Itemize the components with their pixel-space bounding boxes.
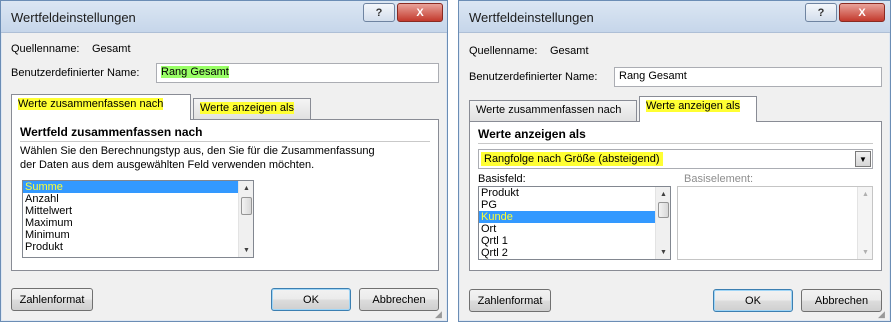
show-values-panel: Werte anzeigen als Rangfolge nach Größe …: [469, 121, 882, 271]
value-field-settings-dialog-right: Wertfeldeinstellungen ? X Quellenname: G…: [458, 0, 891, 322]
help-icon: ?: [375, 6, 383, 19]
section-divider: [20, 141, 430, 142]
dialog-client: Quellenname: Gesamt Benutzerdefinierter …: [9, 37, 439, 313]
close-button[interactable]: X: [839, 3, 885, 22]
list-item-qrtl-2[interactable]: Qrtl 2: [479, 247, 670, 259]
source-name-label: Quellenname:: [11, 43, 80, 55]
scroll-up-icon[interactable]: ▲: [239, 181, 253, 195]
help-button[interactable]: ?: [363, 3, 395, 22]
title-bar: Wertfeldeinstellungen ? X: [1, 1, 447, 33]
list-scrollbar[interactable]: ▲ ▼: [238, 181, 253, 257]
dialog-client: Quellenname: Gesamt Benutzerdefinierter …: [467, 37, 882, 313]
custom-name-input[interactable]: Rang Gesamt: [156, 63, 439, 83]
summarize-panel: Wertfeld zusammenfassen nach Wählen Sie …: [11, 119, 439, 271]
tab-show-values-as[interactable]: Werte anzeigen als: [193, 98, 311, 119]
section-title: Wertfeld zusammenfassen nach: [20, 125, 203, 139]
list-scrollbar-disabled: ▲ ▼: [857, 187, 872, 259]
base-field-list[interactable]: Produkt PG Kunde Ort Qrtl 1 Qrtl 2 ▲ ▼: [478, 186, 671, 260]
tab-summarize-values[interactable]: Werte zusammenfassen nach: [11, 94, 191, 120]
list-scrollbar[interactable]: ▲ ▼: [655, 187, 670, 259]
description-line-2: der Daten aus dem ausgewählten Feld verw…: [20, 159, 315, 171]
scroll-down-icon[interactable]: ▼: [239, 243, 253, 257]
list-item-produkt[interactable]: Produkt: [479, 187, 670, 199]
value-field-settings-dialog-left: Wertfeldeinstellungen ? X Quellenname: G…: [0, 0, 448, 322]
chevron-down-icon[interactable]: ▼: [855, 151, 871, 167]
tab-strip: Werte zusammenfassen nach Werte anzeigen…: [11, 94, 439, 120]
base-element-list: ▲ ▼: [677, 186, 873, 260]
list-item-kunde[interactable]: Kunde: [479, 211, 670, 223]
number-format-button[interactable]: Zahlenformat: [469, 289, 551, 312]
list-item-ort[interactable]: Ort: [479, 223, 670, 235]
calculation-type-list[interactable]: Summe Anzahl Mittelwert Maximum Minimum …: [22, 180, 254, 258]
section-title: Werte anzeigen als: [478, 127, 586, 141]
base-element-label: Basiselement:: [684, 173, 754, 185]
help-icon: ?: [817, 6, 825, 19]
tab-summarize-values[interactable]: Werte zusammenfassen nach: [469, 100, 637, 121]
list-item-mittelwert[interactable]: Mittelwert: [23, 205, 253, 217]
help-button[interactable]: ?: [805, 3, 837, 22]
scroll-down-icon: ▼: [862, 248, 869, 256]
scroll-thumb[interactable]: [241, 197, 252, 215]
number-format-button[interactable]: Zahlenformat: [11, 288, 93, 311]
base-field-label: Basisfeld:: [478, 173, 526, 185]
resize-grip-icon[interactable]: ◢: [435, 309, 445, 319]
close-icon: X: [416, 6, 424, 19]
source-name-value: Gesamt: [550, 45, 589, 57]
custom-name-label: Benutzerdefinierter Name:: [11, 67, 140, 79]
tab-show-values-as[interactable]: Werte anzeigen als: [639, 96, 757, 122]
ok-button[interactable]: OK: [271, 288, 351, 311]
title-bar: Wertfeldeinstellungen ? X: [459, 1, 890, 33]
list-item-minimum[interactable]: Minimum: [23, 229, 253, 241]
dialog-title: Wertfeldeinstellungen: [469, 10, 594, 25]
ok-button[interactable]: OK: [713, 289, 793, 312]
cancel-button[interactable]: Abbrechen: [801, 289, 882, 312]
scroll-thumb[interactable]: [658, 202, 669, 218]
dialog-title: Wertfeldeinstellungen: [11, 10, 136, 25]
description-line-1: Wählen Sie den Berechnungstyp aus, den S…: [20, 145, 375, 157]
list-item-anzahl[interactable]: Anzahl: [23, 193, 253, 205]
resize-grip-icon[interactable]: ◢: [878, 309, 888, 319]
show-values-dropdown[interactable]: Rangfolge nach Größe (absteigend) ▼: [478, 149, 873, 169]
list-item-pg[interactable]: PG: [479, 199, 670, 211]
cancel-button[interactable]: Abbrechen: [359, 288, 439, 311]
scroll-down-icon[interactable]: ▼: [656, 245, 670, 259]
scroll-up-icon[interactable]: ▲: [656, 187, 670, 201]
close-button[interactable]: X: [397, 3, 443, 22]
section-divider: [478, 143, 873, 144]
list-item-maximum[interactable]: Maximum: [23, 217, 253, 229]
list-item-qrtl-1[interactable]: Qrtl 1: [479, 235, 670, 247]
custom-name-input[interactable]: Rang Gesamt: [614, 67, 882, 87]
custom-name-value: Rang Gesamt: [161, 66, 229, 78]
dropdown-value: Rangfolge nach Größe (absteigend): [481, 152, 663, 166]
close-icon: X: [858, 6, 866, 19]
scroll-up-icon: ▲: [862, 190, 869, 198]
custom-name-value: Rang Gesamt: [619, 70, 687, 82]
list-item-produkt[interactable]: Produkt: [23, 241, 253, 253]
list-item-summe[interactable]: Summe: [23, 181, 253, 193]
custom-name-label: Benutzerdefinierter Name:: [469, 71, 598, 83]
source-name-label: Quellenname:: [469, 45, 538, 57]
source-name-value: Gesamt: [92, 43, 131, 55]
tab-strip: Werte zusammenfassen nach Werte anzeigen…: [469, 96, 882, 122]
